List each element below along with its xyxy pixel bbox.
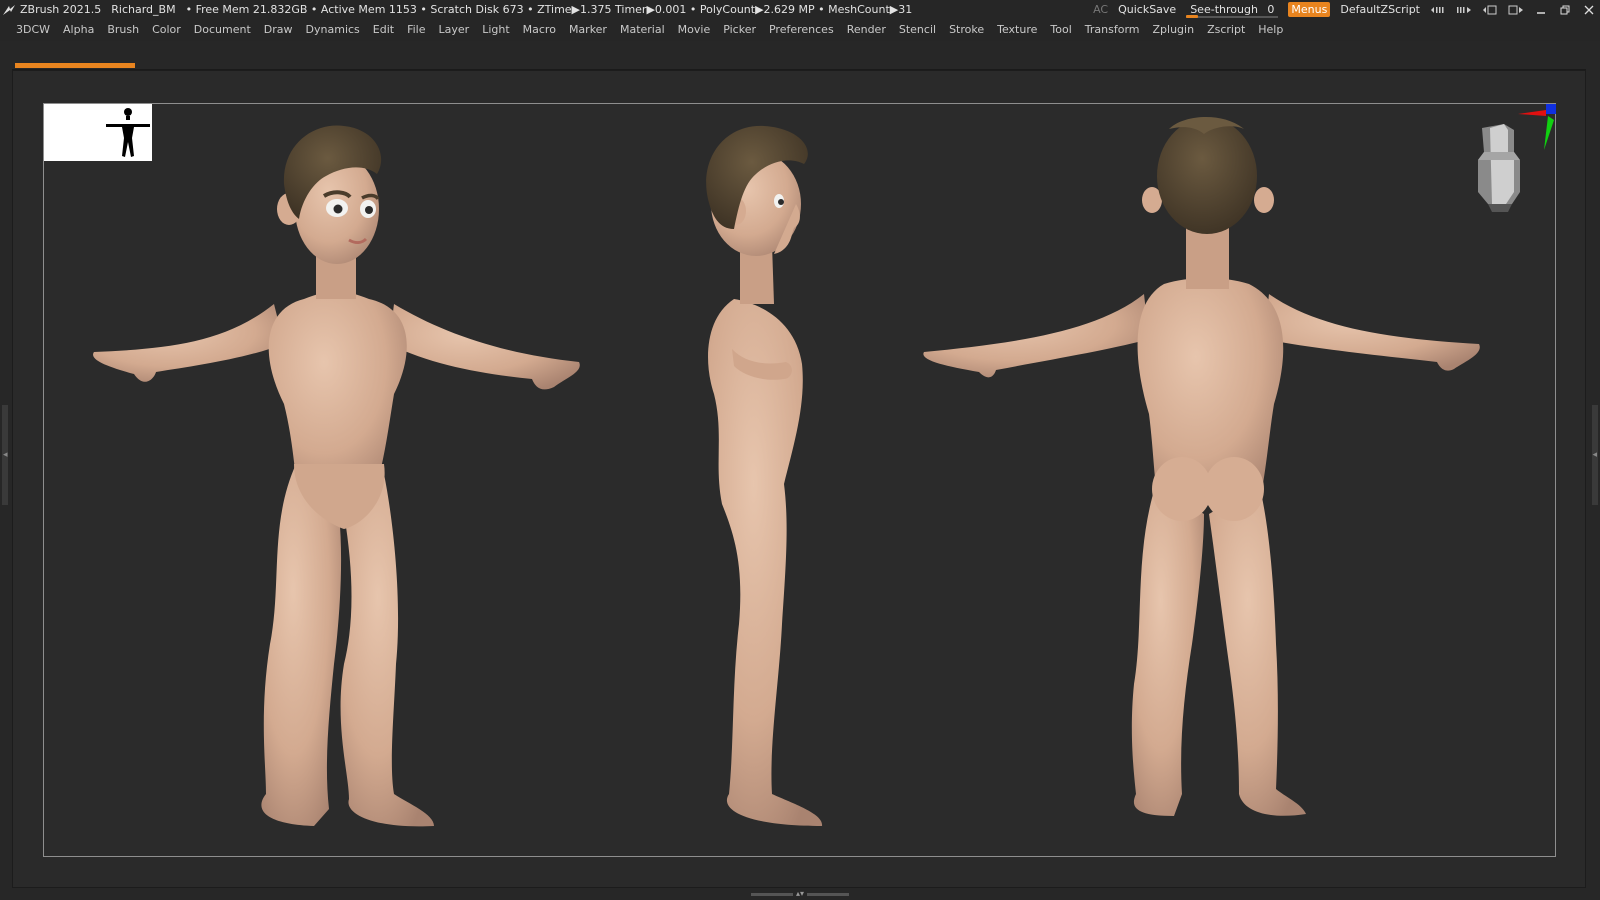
menu-picker[interactable]: Picker <box>723 19 756 41</box>
menu-render[interactable]: Render <box>847 19 886 41</box>
silhouette-icon <box>106 108 150 157</box>
main-menubar: 3DCW Alpha Brush Color Document Draw Dynamics E… <box>0 19 1600 41</box>
minimize-icon[interactable] <box>1534 3 1548 17</box>
see-through-handle[interactable] <box>1186 15 1199 18</box>
menu-3dcw[interactable]: 3DCW <box>16 19 50 41</box>
sculpt-view <box>93 116 1480 827</box>
menus-toggle[interactable]: Menus <box>1288 2 1331 17</box>
menu-dynamics[interactable]: Dynamics <box>306 19 360 41</box>
menu-brush[interactable]: Brush <box>107 19 139 41</box>
menu-material[interactable]: Material <box>620 19 665 41</box>
chevron-up-down-icon: ▴▾ <box>795 889 805 898</box>
viewport-canvas[interactable] <box>43 103 1556 857</box>
ui-scale-down-icon[interactable] <box>1430 4 1446 16</box>
quicksave-button[interactable]: QuickSave <box>1118 0 1176 19</box>
menu-tool[interactable]: Tool <box>1050 19 1071 41</box>
menu-stencil[interactable]: Stencil <box>899 19 936 41</box>
menu-layer[interactable]: Layer <box>439 19 470 41</box>
menu-marker[interactable]: Marker <box>569 19 607 41</box>
see-through-value: 0 <box>1267 3 1275 16</box>
front-view-figure <box>93 125 580 827</box>
project-name: Richard_BM <box>111 3 176 16</box>
progress-bar <box>15 63 135 68</box>
layout-prev-icon[interactable] <box>1482 4 1498 16</box>
bottom-handle-bar-left <box>750 892 793 896</box>
menu-color[interactable]: Color <box>152 19 181 41</box>
memory-stats: • Free Mem 21.832GB • Active Mem 1153 • … <box>185 3 913 16</box>
menu-zplugin[interactable]: Zplugin <box>1153 19 1195 41</box>
menu-movie[interactable]: Movie <box>678 19 711 41</box>
menu-stroke[interactable]: Stroke <box>949 19 984 41</box>
menu-zscript[interactable]: Zscript <box>1207 19 1245 41</box>
shelf-strip <box>12 60 1586 70</box>
menu-alpha[interactable]: Alpha <box>63 19 94 41</box>
thumbnail-preview[interactable] <box>44 104 152 161</box>
app-name: ZBrush 2021.5 <box>20 3 102 16</box>
see-through-track <box>1186 16 1279 18</box>
restore-icon[interactable] <box>1558 3 1572 17</box>
bottom-handle-bar-right <box>807 892 850 896</box>
zbrush-logo-icon[interactable] <box>2 3 16 17</box>
layout-next-icon[interactable] <box>1508 4 1524 16</box>
axis-gizmo-icon[interactable] <box>1510 102 1558 154</box>
close-icon[interactable] <box>1582 3 1596 17</box>
see-through-label: See-through <box>1190 3 1258 16</box>
menu-help[interactable]: Help <box>1258 19 1283 41</box>
ui-scale-up-icon[interactable] <box>1456 4 1472 16</box>
menu-edit[interactable]: Edit <box>373 19 394 41</box>
menu-macro[interactable]: Macro <box>523 19 556 41</box>
bottom-tray-handle[interactable]: ▴▾ <box>747 889 853 898</box>
title-bar: ZBrush 2021.5 Richard_BM • Free Mem 21.8… <box>0 0 1600 19</box>
menu-transform[interactable]: Transform <box>1085 19 1140 41</box>
ac-toggle[interactable]: AC <box>1093 0 1108 19</box>
menu-light[interactable]: Light <box>482 19 509 41</box>
menu-draw[interactable]: Draw <box>264 19 293 41</box>
menu-file[interactable]: File <box>407 19 425 41</box>
menu-document[interactable]: Document <box>194 19 251 41</box>
right-tray-arrow-icon[interactable]: ◂ <box>1592 450 1597 460</box>
side-view-figure <box>706 125 823 826</box>
see-through-slider[interactable]: See-through 0 <box>1186 0 1279 19</box>
default-zscript-button[interactable]: DefaultZScript <box>1340 0 1420 19</box>
menu-texture[interactable]: Texture <box>997 19 1037 41</box>
back-view-figure <box>923 116 1480 816</box>
left-tray-arrow-icon[interactable]: ◂ <box>3 450 8 460</box>
menu-preferences[interactable]: Preferences <box>769 19 834 41</box>
